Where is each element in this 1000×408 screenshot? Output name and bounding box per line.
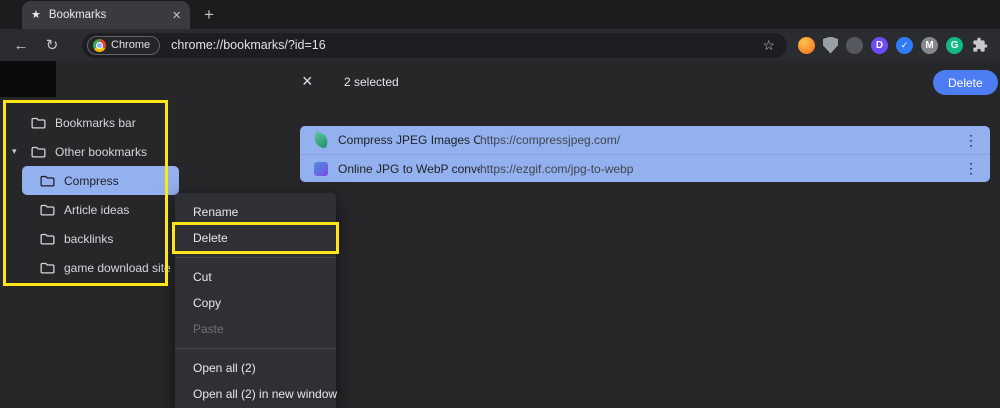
menu-divider	[175, 257, 336, 258]
bookmarks-manager-page: × 2 selected Delete Bookmarks bar ▾ Othe…	[0, 61, 1000, 408]
sidebar-item-label: Compress	[64, 173, 119, 188]
menu-item-delete[interactable]: Delete	[175, 225, 336, 251]
folder-tree: Bookmarks bar ▾ Other bookmarks Compress	[0, 108, 192, 282]
chrome-badge: Chrome	[87, 35, 161, 55]
sidebar-item-backlinks[interactable]: backlinks	[0, 224, 192, 253]
menu-item-paste: Paste	[193, 322, 224, 336]
bookmark-url: https://compressjpeg.com/	[480, 133, 621, 147]
folder-icon	[40, 175, 55, 187]
sidebar-item-bookmarks-bar[interactable]: Bookmarks bar	[0, 108, 192, 137]
chrome-logo-icon	[93, 38, 106, 52]
bookmark-title: Compress JPEG Images Online	[338, 133, 480, 147]
folder-icon	[40, 262, 55, 274]
sidebar-item-compress[interactable]: Compress	[22, 166, 179, 195]
sidebar-item-label: backlinks	[64, 231, 114, 246]
reload-icon[interactable]: ↻	[43, 36, 61, 54]
bookmark-list: Compress JPEG Images Online https://comp…	[300, 126, 990, 182]
tab-title: Bookmarks	[48, 9, 107, 21]
check-extension-icon[interactable]: ✓	[896, 36, 913, 54]
bookmark-title: Online JPG to WebP converter	[338, 161, 480, 176]
menu-divider	[175, 348, 336, 349]
shield-extension-icon[interactable]	[823, 36, 838, 54]
folder-icon	[40, 233, 55, 245]
address-bar[interactable]: Chrome chrome://bookmarks/?id=16 ☆	[82, 32, 787, 58]
chrome-badge-label: Chrome	[111, 39, 151, 51]
bookmark-star-icon[interactable]: ☆	[762, 37, 775, 54]
menu-item-cut[interactable]: Cut	[175, 264, 336, 290]
overflow-menu-icon[interactable]: ⋮	[964, 132, 978, 149]
folder-icon	[31, 117, 46, 129]
back-icon[interactable]: ←	[12, 37, 30, 54]
clear-selection-icon[interactable]: ×	[302, 69, 313, 94]
corner-block	[0, 61, 56, 97]
tab-close-icon[interactable]: ×	[172, 8, 181, 23]
url-text[interactable]: chrome://bookmarks/?id=16	[171, 38, 326, 52]
bookmark-url: https://ezgif.com/jpg-to-webp	[480, 161, 634, 176]
extensions-puzzle-icon[interactable]	[971, 37, 988, 54]
menu-item-rename[interactable]: Rename	[175, 199, 336, 225]
selected-count-label: 2 selected	[344, 75, 399, 89]
sidebar-item-other-bookmarks[interactable]: ▾ Other bookmarks	[0, 137, 192, 166]
context-menu: Rename Delete Cut Copy Paste Open all (2…	[175, 193, 337, 408]
ezgif-favicon	[314, 161, 328, 176]
tab-strip: ★ Bookmarks × +	[0, 0, 1000, 29]
sidebar-item-label: Article ideas	[64, 202, 130, 217]
compressjpeg-favicon	[312, 131, 330, 149]
gray-extension-icon[interactable]	[846, 36, 863, 54]
folder-icon	[31, 146, 46, 158]
star-favicon-icon: ★	[31, 8, 41, 21]
browser-toolbar: ← ↻ Chrome chrome://bookmarks/?id=16 ☆ D…	[0, 29, 1000, 61]
bookmark-row-ezgif[interactable]: Online JPG to WebP converter https://ezg…	[300, 154, 990, 182]
menu-item-open-all[interactable]: Open all (2)	[175, 355, 336, 381]
sidebar-item-article-ideas[interactable]: Article ideas	[0, 195, 192, 224]
delete-button[interactable]: Delete	[933, 70, 998, 95]
orange-extension-icon[interactable]	[798, 36, 815, 54]
sidebar-item-label: game download site	[64, 260, 171, 275]
overflow-menu-icon[interactable]: ⋮	[964, 160, 978, 177]
chevron-down-icon[interactable]: ▾	[12, 146, 31, 157]
new-tab-button[interactable]: +	[198, 4, 220, 26]
m-extension-icon[interactable]: M	[921, 36, 938, 54]
sidebar-item-game-download-site[interactable]: game download site	[0, 253, 192, 282]
tab-bookmarks[interactable]: ★ Bookmarks ×	[22, 1, 190, 29]
menu-item-open-all-new-window[interactable]: Open all (2) in new window	[175, 381, 337, 407]
menu-item-copy[interactable]: Copy	[175, 290, 336, 316]
browser-window: ★ Bookmarks × + ← ↻ Chrome chrome://book…	[0, 0, 1000, 408]
folder-icon	[40, 204, 55, 216]
grammarly-extension-icon[interactable]: G	[946, 36, 963, 54]
sidebar-item-label: Other bookmarks	[55, 144, 148, 159]
bookmark-row-compressjpeg[interactable]: Compress JPEG Images Online https://comp…	[300, 126, 990, 154]
sidebar-item-label: Bookmarks bar	[55, 115, 136, 130]
d-extension-icon[interactable]: D	[871, 36, 888, 54]
extension-icons: D ✓ M G	[798, 36, 988, 54]
